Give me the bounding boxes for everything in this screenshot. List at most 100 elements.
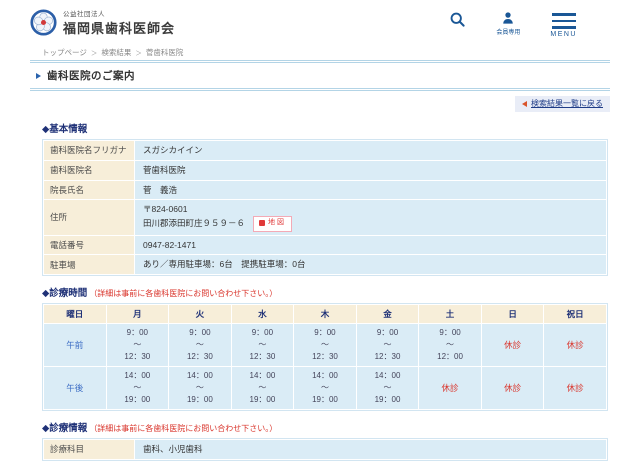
- hours-column-header: 土: [419, 305, 481, 323]
- hours-column-header: 水: [232, 305, 294, 323]
- table-row: 歯科医院名フリガナスガシカイイン: [44, 141, 606, 160]
- time-tilde: ～: [232, 339, 294, 351]
- row-value: 菅 義浩: [135, 181, 606, 200]
- hours-table: 曜日月火水木金土日祝日午前9：00～12：309：00～12：309：00～12…: [42, 303, 608, 411]
- hours-heading: ◆診療時間（詳細は事前に各歯科医院にお問い合わせ下さい。）: [42, 285, 610, 299]
- breadcrumb: トップページ＞検索結果＞菅歯科医院: [30, 42, 610, 57]
- close-time: 12：30: [294, 351, 356, 363]
- breadcrumb-item[interactable]: 検索結果: [101, 48, 131, 57]
- row-label: 歯科医院名フリガナ: [44, 141, 134, 160]
- open-time: 14：00: [169, 370, 231, 382]
- table-row: 住所〒824-0601田川郡添田町庄９５９－６地図: [44, 200, 606, 234]
- back-arrow-icon: [522, 101, 527, 107]
- hours-cell: 9：00～12：00: [419, 324, 481, 366]
- hamburger-icon: [552, 11, 576, 29]
- open-time: 14：00: [107, 370, 169, 382]
- row-value: 〒824-0601田川郡添田町庄９５９－６地図: [135, 200, 606, 234]
- site-header: 公益社団法人 福岡県歯科医師会 会員専用 MENU: [0, 0, 640, 42]
- hours-cell: 9：00～12：30: [232, 324, 294, 366]
- open-time: 14：00: [232, 370, 294, 382]
- row-value: 菅歯科医院: [135, 161, 606, 180]
- open-time: 9：00: [169, 327, 231, 339]
- hours-heading-text: ◆診療時間: [42, 288, 87, 299]
- open-time: 14：00: [357, 370, 419, 382]
- time-tilde: ～: [357, 382, 419, 394]
- time-tilde: ～: [357, 339, 419, 351]
- members-only-label: 会員専用: [496, 27, 520, 36]
- hours-cell-closed: 休診: [482, 367, 544, 409]
- time-tilde: ～: [107, 339, 169, 351]
- table-row: 院長氏名菅 義浩: [44, 181, 606, 200]
- brand-text: 公益社団法人 福岡県歯科医師会: [63, 8, 175, 37]
- time-tilde: ～: [294, 382, 356, 394]
- open-time: 14：00: [294, 370, 356, 382]
- open-time: 9：00: [357, 327, 419, 339]
- close-time: 12：30: [232, 351, 294, 363]
- members-only-button[interactable]: 会員専用: [496, 11, 520, 36]
- hours-row: 午前9：00～12：309：00～12：309：00～12：309：00～12：…: [44, 324, 606, 366]
- hours-cell: 14：00～19：00: [294, 367, 356, 409]
- hours-row-label: 午前: [44, 324, 106, 366]
- search-icon: [449, 11, 466, 28]
- time-tilde: ～: [169, 339, 231, 351]
- hours-cell-closed: 休診: [419, 367, 481, 409]
- header-nav: 会員専用 MENU: [449, 8, 577, 38]
- close-time: 19：00: [357, 394, 419, 406]
- open-time: 9：00: [107, 327, 169, 339]
- org-name: 福岡県歯科医師会: [63, 18, 175, 37]
- treatment-heading-text: ◆診療情報: [42, 423, 87, 434]
- hours-column-header: 曜日: [44, 305, 106, 323]
- map-icon: [259, 220, 265, 226]
- row-label: 院長氏名: [44, 181, 134, 200]
- table-row: 診療科目歯科、小児歯科: [44, 440, 606, 459]
- hours-cell: 14：00～19：00: [169, 367, 231, 409]
- search-button[interactable]: [449, 11, 466, 28]
- map-button-label: 地図: [268, 218, 286, 229]
- hours-column-header: 火: [169, 305, 231, 323]
- hours-column-header: 月: [107, 305, 169, 323]
- close-time: 12：30: [107, 351, 169, 363]
- address-line: 田川郡添田町庄９５９－６地図: [143, 216, 598, 232]
- row-value: 0947-82-1471: [135, 236, 606, 255]
- basic-info-table: 歯科医院名フリガナスガシカイイン歯科医院名菅歯科医院院長氏名菅 義浩住所〒824…: [42, 139, 608, 276]
- time-tilde: ～: [294, 339, 356, 351]
- close-time: 12：30: [357, 351, 419, 363]
- map-button[interactable]: 地図: [253, 216, 292, 232]
- close-time: 19：00: [232, 394, 294, 406]
- basic-info-heading: ◆基本情報: [42, 121, 610, 135]
- row-label: 歯科医院名: [44, 161, 134, 180]
- hours-cell: 9：00～12：30: [294, 324, 356, 366]
- close-time: 19：00: [107, 394, 169, 406]
- breadcrumb-item[interactable]: トップページ: [42, 48, 87, 57]
- association-logo-icon: [30, 9, 57, 36]
- brand[interactable]: 公益社団法人 福岡県歯科医師会: [30, 8, 175, 37]
- hours-cell: 9：00～12：30: [107, 324, 169, 366]
- hours-cell: 14：00～19：00: [107, 367, 169, 409]
- breadcrumb-separator: ＞: [135, 50, 142, 57]
- row-label: 電話番号: [44, 236, 134, 255]
- open-time: 9：00: [419, 327, 481, 339]
- hours-cell-closed: 休診: [544, 367, 606, 409]
- row-value: 歯科、小児歯科: [135, 440, 606, 459]
- hours-cell-closed: 休診: [544, 324, 606, 366]
- back-link-label: 検索結果一覧に戻る: [531, 98, 603, 109]
- title-arrow-icon: [36, 73, 41, 79]
- time-tilde: ～: [232, 382, 294, 394]
- hours-column-header: 金: [357, 305, 419, 323]
- breadcrumb-separator: ＞: [91, 50, 98, 57]
- row-value: スガシカイイン: [135, 141, 606, 160]
- menu-button[interactable]: MENU: [550, 11, 577, 38]
- row-value: あり／専用駐車場：6台 提携駐車場：0台: [135, 255, 606, 274]
- menu-label: MENU: [550, 31, 577, 38]
- time-tilde: ～: [169, 382, 231, 394]
- hours-row: 午後14：00～19：0014：00～19：0014：00～19：0014：00…: [44, 367, 606, 409]
- close-time: 19：00: [169, 394, 231, 406]
- close-time: 12：00: [419, 351, 481, 363]
- hours-note: （詳細は事前に各歯科医院にお問い合わせ下さい。）: [89, 289, 277, 298]
- table-row: 駐車場あり／専用駐車場：6台 提携駐車場：0台: [44, 255, 606, 274]
- page-title-bar: 歯科医院のご案内: [30, 60, 610, 91]
- row-label: 診療科目: [44, 440, 134, 459]
- open-time: 9：00: [232, 327, 294, 339]
- treatment-note: （詳細は事前に各歯科医院にお問い合わせ下さい。）: [89, 424, 277, 433]
- back-to-results-link[interactable]: 検索結果一覧に戻る: [515, 96, 610, 112]
